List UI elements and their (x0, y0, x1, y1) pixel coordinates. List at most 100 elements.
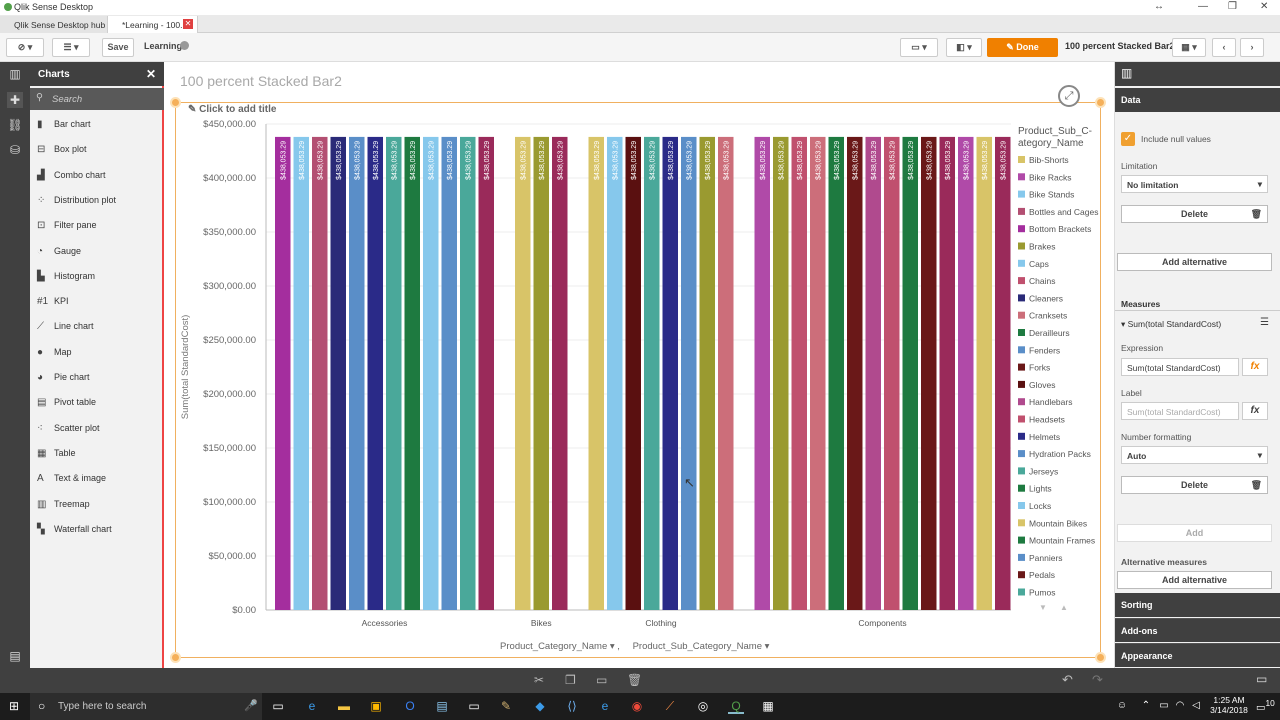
tab-learning[interactable]: *Learning - 100... ✕ (108, 16, 198, 33)
master-items-rail-icon[interactable]: ⛓ (7, 117, 23, 133)
add-measure-button[interactable]: Add (1117, 524, 1272, 542)
chart-type-text-image[interactable]: A Text & image (30, 466, 162, 491)
chart-type-pivot-table[interactable]: ▤ Pivot table (30, 390, 162, 415)
limitation-dropdown[interactable]: No limitation ▾ (1121, 175, 1268, 193)
calculator-icon[interactable]: ▦ (760, 698, 776, 714)
label-input[interactable]: Sum(total StandardCost) (1121, 402, 1239, 420)
include-null-checkbox[interactable]: ✓ (1121, 132, 1135, 146)
fields-rail-icon[interactable]: ⛁ (7, 142, 23, 158)
tab-hub[interactable]: Qlik Sense Desktop hub (0, 16, 108, 33)
people-icon[interactable]: ☺ (1114, 698, 1130, 714)
close-tab-icon[interactable]: ✕ (183, 19, 193, 29)
wifi-icon[interactable]: ◠ (1172, 698, 1188, 714)
windows-start-icon[interactable]: ⊞ (6, 698, 22, 714)
delete-measure-button[interactable]: Delete 🗑 (1121, 476, 1268, 494)
legend-title-line1: Product_Sub_C- (1018, 126, 1092, 137)
microphone-icon[interactable]: 🎤 (244, 699, 258, 712)
stacked-bar-chart[interactable]: $0.00 $50,000.00 $100,000.00 $150,000.00 $20… (166, 62, 1112, 668)
bookmark-button[interactable]: ◧ ▾ (946, 38, 982, 57)
delete-icon[interactable]: 🗑 (627, 673, 642, 687)
notifications-icon[interactable]: ▭10 (1256, 698, 1275, 713)
number-formatting-dropdown[interactable]: Auto ▾ (1121, 446, 1268, 464)
addons-section[interactable]: Add-ons (1115, 618, 1280, 642)
next-sheet-button[interactable]: › (1240, 38, 1264, 57)
measure-item[interactable]: ▾ Sum(total StandardCost) (1121, 319, 1221, 330)
maps-icon[interactable]: ◆ (532, 698, 548, 714)
chart-type-treemap[interactable]: ▥ Treemap (30, 492, 162, 517)
app-icon[interactable]: ✎ (498, 698, 514, 714)
file-explorer-icon[interactable]: ▬ (336, 698, 352, 714)
present-button[interactable]: ▭ ▾ (900, 38, 938, 57)
details-rail-icon[interactable]: ▤ (7, 648, 23, 664)
bar (404, 136, 420, 610)
redo-icon[interactable]: ↷ (1092, 672, 1103, 688)
chart-type-filter-pane[interactable]: ⊡ Filter pane (30, 213, 162, 238)
resize-arrows-icon[interactable]: ↔ (1154, 1, 1164, 12)
navigation-menu-button[interactable]: ⊘ ▾ (6, 38, 44, 57)
photos-icon[interactable]: ▤ (434, 698, 450, 714)
task-view-icon[interactable]: ▭ (270, 698, 286, 714)
taskbar-search-box[interactable]: ○ Type here to search 🎤 (30, 693, 262, 720)
appearance-section[interactable]: Appearance (1115, 643, 1280, 667)
app-icon-2[interactable]: ⟋ (662, 698, 678, 714)
volume-icon[interactable]: ◁ (1188, 698, 1204, 714)
close-window-icon[interactable]: ✕ (1260, 1, 1268, 12)
chart-type-histogram[interactable]: ▙ Histogram (30, 264, 162, 289)
done-button[interactable]: ✎ Done (987, 38, 1058, 57)
previous-sheet-button[interactable]: ‹ (1212, 38, 1236, 57)
label-fx-button[interactable]: fx (1242, 402, 1268, 420)
add-alternative-dimension-button[interactable]: Add alternative (1117, 253, 1272, 271)
network-icon[interactable]: ▭ (1156, 698, 1172, 714)
add-alternative-measure-button[interactable]: Add alternative (1117, 571, 1272, 589)
vscode-icon[interactable]: ⟨⟩ (564, 698, 580, 714)
chart-type-distribution-plot[interactable]: ⁘ Distribution plot (30, 188, 162, 213)
chart-type-pie-chart[interactable]: ◕ Pie chart (30, 365, 162, 390)
legend-swatch (1018, 259, 1025, 267)
chart-type-gauge[interactable]: ◔ Gauge (30, 239, 162, 264)
chart-type-scatter-plot[interactable]: ⁖ Scatter plot (30, 416, 162, 441)
terminal-icon[interactable]: ▭ (466, 698, 482, 714)
restore-icon[interactable]: ❐ (1228, 1, 1237, 12)
outlook-icon[interactable]: O (402, 698, 418, 714)
panel-toggle-icon[interactable]: ▭ (1256, 672, 1267, 686)
app-icon-3[interactable]: ◎ (695, 698, 711, 714)
bar (791, 136, 807, 610)
chart-type-waterfall-chart[interactable]: ▚ Waterfall chart (30, 517, 162, 542)
cut-icon[interactable]: ✂ (534, 673, 544, 687)
edge-icon[interactable]: e (304, 698, 320, 714)
tray-chevron-icon[interactable]: ⌃ (1138, 698, 1154, 714)
chart-type-combo-chart[interactable]: ▟ Combo chart (30, 163, 162, 188)
close-panel-icon[interactable]: ✕ (146, 67, 156, 81)
paste-icon[interactable]: ▭ (596, 673, 607, 687)
store-icon[interactable]: ▣ (368, 698, 384, 714)
custom-objects-rail-icon[interactable]: ✚ (7, 92, 23, 108)
minimize-icon[interactable]: — (1198, 1, 1208, 12)
sorting-section[interactable]: Sorting (1115, 593, 1280, 617)
save-button[interactable]: Save (102, 38, 134, 57)
chart-type-bar-chart[interactable]: ▮ Bar chart (30, 112, 162, 137)
delete-dimension-button[interactable]: Delete 🗑 (1121, 205, 1268, 223)
chart-search-input[interactable]: ⚲ Search (30, 88, 164, 110)
chevron-down-icon: ▾ (1257, 450, 1262, 460)
qlik-taskbar-icon[interactable]: Q (728, 698, 744, 714)
chart-type-map[interactable]: ● Map (30, 340, 162, 365)
chart-type-kpi[interactable]: #1 KPI (30, 289, 162, 314)
info-icon[interactable] (180, 41, 189, 50)
bar (275, 136, 291, 610)
undo-icon[interactable]: ↶ (1062, 672, 1073, 688)
expression-input[interactable]: Sum(total StandardCost) (1121, 358, 1239, 376)
chrome-icon[interactable]: ◉ (629, 698, 645, 714)
sheet-menu-button[interactable]: ▦ ▾ (1172, 38, 1206, 57)
search-icon: ○ (38, 699, 46, 713)
chart-type-table[interactable]: ▦ Table (30, 441, 162, 466)
chart-type-box-plot[interactable]: ⊟ Box plot (30, 137, 162, 162)
chart-type-line-chart[interactable]: ⟋ Line chart (30, 314, 162, 339)
drag-handle-icon[interactable]: ☰ (1260, 317, 1269, 328)
charts-rail-icon[interactable]: ▥ (7, 66, 23, 82)
expression-fx-button[interactable]: fx (1242, 358, 1268, 376)
ie-icon[interactable]: e (597, 698, 613, 714)
data-section[interactable]: Data (1115, 88, 1280, 112)
global-menu-button[interactable]: ☰ ▾ (52, 38, 90, 57)
clock[interactable]: 1:25 AM 3/14/2018 (1208, 695, 1250, 715)
copy-icon[interactable]: ❐ (565, 673, 576, 687)
